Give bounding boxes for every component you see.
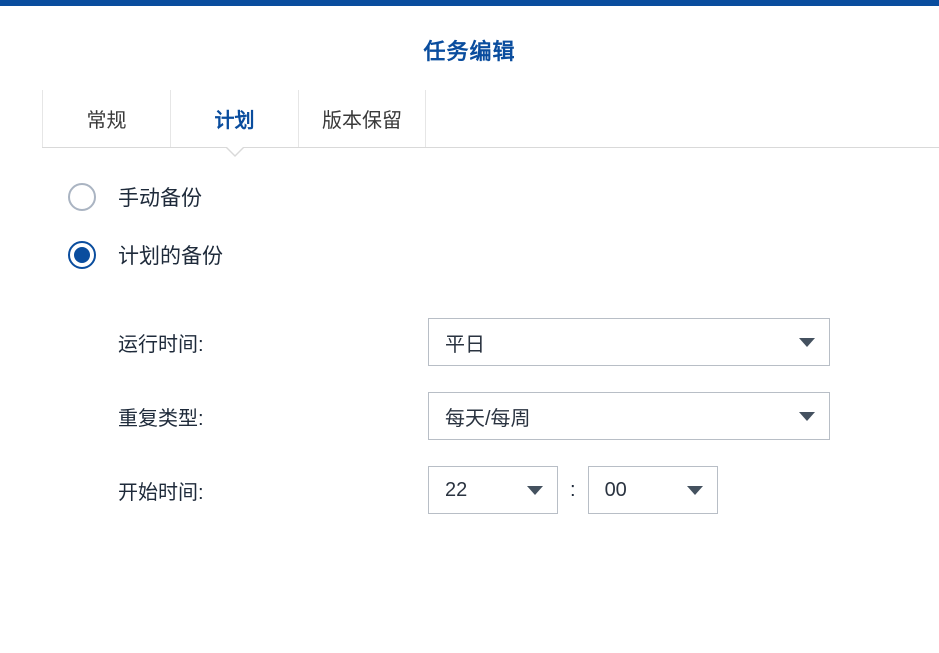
chevron-down-icon bbox=[799, 338, 815, 347]
start-minute-select[interactable]: 00 bbox=[588, 466, 718, 514]
start-minute-value: 00 bbox=[605, 479, 627, 502]
field-run-time: 运行时间: 平日 bbox=[118, 318, 939, 366]
radio-scheduled-backup[interactable]: 计划的备份 bbox=[68, 240, 939, 270]
run-time-select[interactable]: 平日 bbox=[428, 318, 830, 366]
tab-general[interactable]: 常规 bbox=[42, 90, 170, 147]
start-hour-select[interactable]: 22 bbox=[428, 466, 558, 514]
chevron-down-icon bbox=[527, 486, 543, 495]
radio-scheduled-label: 计划的备份 bbox=[118, 240, 223, 270]
time-colon: : bbox=[570, 479, 576, 502]
field-start-time: 开始时间: 22 : 00 bbox=[118, 466, 939, 514]
radio-manual-backup[interactable]: 手动备份 bbox=[68, 182, 939, 212]
tab-bar: 常规 计划 版本保留 bbox=[42, 90, 939, 148]
run-time-label: 运行时间: bbox=[118, 328, 428, 357]
schedule-panel: 手动备份 计划的备份 运行时间: 平日 重复类型: 每天/每周 开始时间: 22 bbox=[0, 148, 939, 514]
start-time-label: 开始时间: bbox=[118, 476, 428, 505]
repeat-type-select[interactable]: 每天/每周 bbox=[428, 392, 830, 440]
chevron-down-icon bbox=[799, 412, 815, 421]
radio-icon bbox=[68, 241, 96, 269]
field-repeat-type: 重复类型: 每天/每周 bbox=[118, 392, 939, 440]
repeat-type-label: 重复类型: bbox=[118, 402, 428, 431]
tab-schedule[interactable]: 计划 bbox=[170, 90, 298, 147]
start-hour-value: 22 bbox=[445, 479, 467, 502]
schedule-fields: 运行时间: 平日 重复类型: 每天/每周 开始时间: 22 : bbox=[68, 298, 939, 514]
chevron-down-icon bbox=[687, 486, 703, 495]
tab-retention[interactable]: 版本保留 bbox=[298, 90, 426, 147]
start-time-group: 22 : 00 bbox=[428, 466, 718, 514]
dialog-title: 任务编辑 bbox=[0, 6, 939, 90]
radio-manual-label: 手动备份 bbox=[118, 182, 202, 212]
run-time-value: 平日 bbox=[445, 328, 485, 357]
repeat-type-value: 每天/每周 bbox=[445, 402, 531, 431]
radio-icon bbox=[68, 183, 96, 211]
